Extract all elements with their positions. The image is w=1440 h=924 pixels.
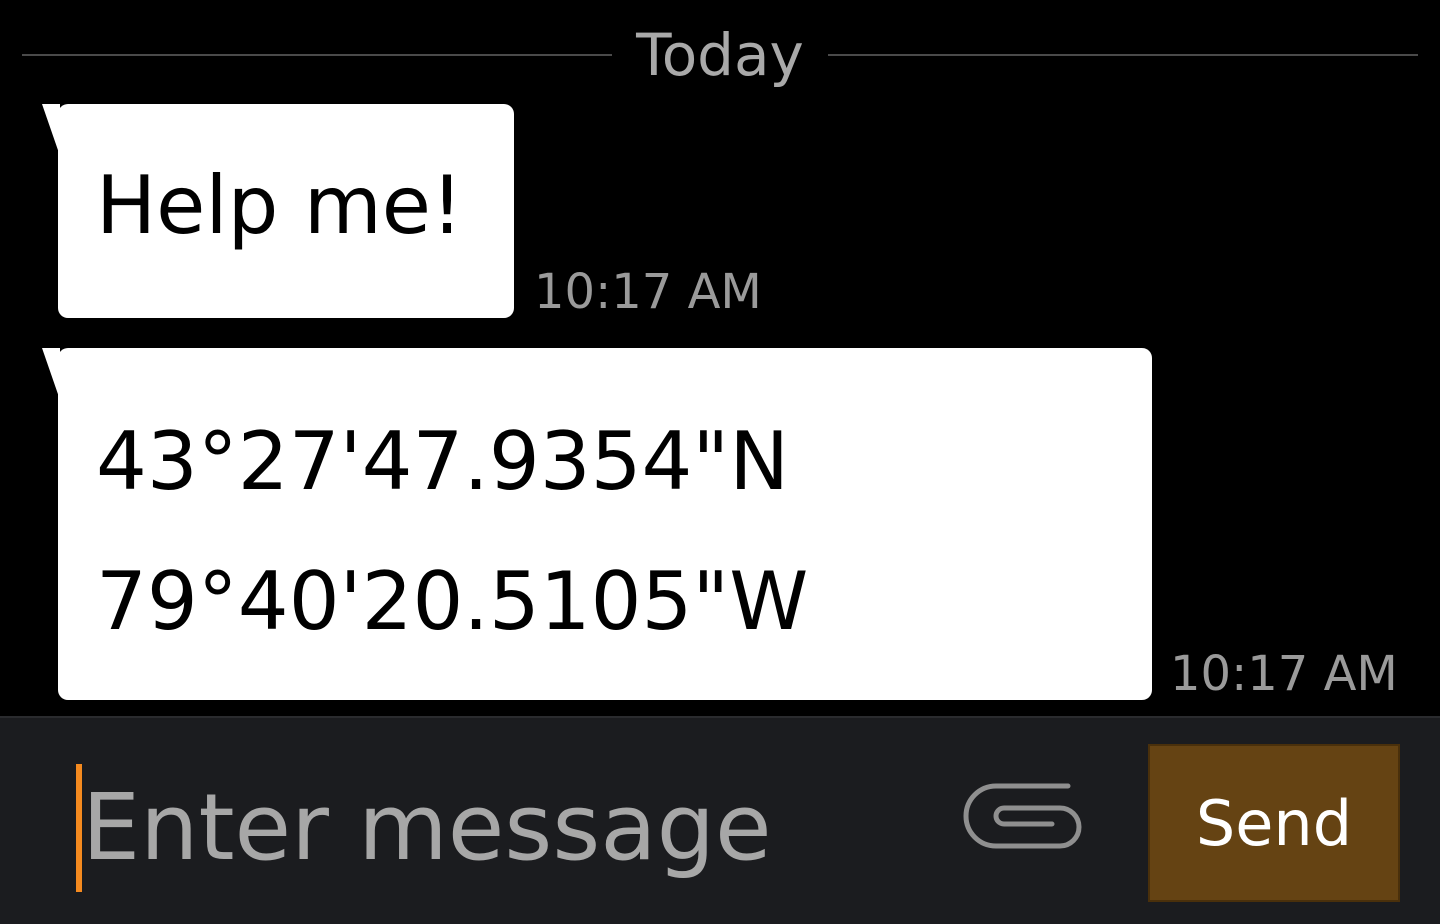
message-text: Help me! <box>96 159 464 252</box>
messaging-screen: Today Help me! 10:17 AM 43°27'47.9354"N … <box>0 0 1440 924</box>
longitude-line: 79°40'20.5105"W <box>96 555 809 648</box>
divider-line-right <box>827 54 1418 56</box>
message-bubble[interactable]: 43°27'47.9354"N 79°40'20.5105"W <box>58 348 1152 700</box>
message-text: 43°27'47.9354"N 79°40'20.5105"W <box>96 392 808 672</box>
message-input-wrapper <box>76 760 936 894</box>
date-divider: Today <box>22 22 1418 88</box>
message-timestamp: 10:17 AM <box>534 264 762 320</box>
latitude-line: 43°27'47.9354"N <box>96 415 790 508</box>
message-bubble[interactable]: Help me! <box>58 104 514 318</box>
message-timestamp: 10:17 AM <box>1170 646 1398 702</box>
paperclip-icon <box>963 783 1082 849</box>
divider-line-left <box>22 54 613 56</box>
message-composer: Send <box>0 716 1440 924</box>
attach-button[interactable] <box>960 780 1092 862</box>
date-divider-label: Today <box>636 21 804 89</box>
send-button[interactable]: Send <box>1148 744 1400 902</box>
message-input[interactable] <box>82 760 932 894</box>
